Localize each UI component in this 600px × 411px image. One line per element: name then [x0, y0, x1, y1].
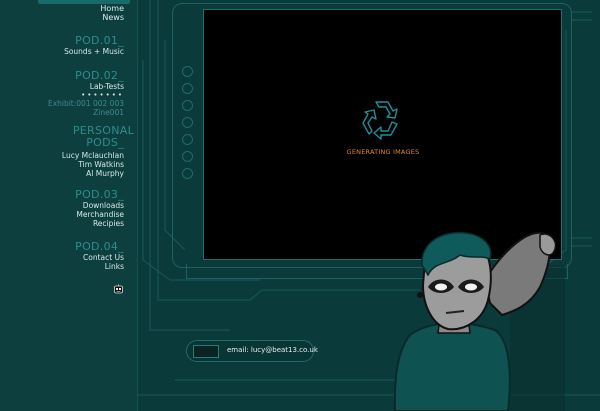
knob — [182, 168, 193, 179]
side-knobs — [182, 66, 196, 185]
email-box-icon — [193, 345, 219, 358]
knob — [182, 83, 193, 94]
knob — [182, 100, 193, 111]
knob — [182, 66, 193, 77]
character-illustration — [393, 231, 565, 411]
email-bar[interactable]: email: lucy@beat13.co.uk — [186, 340, 318, 362]
loading-status-text: GENERATING IMAGES — [346, 148, 420, 156]
email-link[interactable]: email: lucy@beat13.co.uk — [227, 346, 318, 354]
knob — [182, 151, 193, 162]
recycle-arrows-icon — [362, 101, 398, 140]
knob — [182, 117, 193, 128]
knob — [182, 134, 193, 145]
